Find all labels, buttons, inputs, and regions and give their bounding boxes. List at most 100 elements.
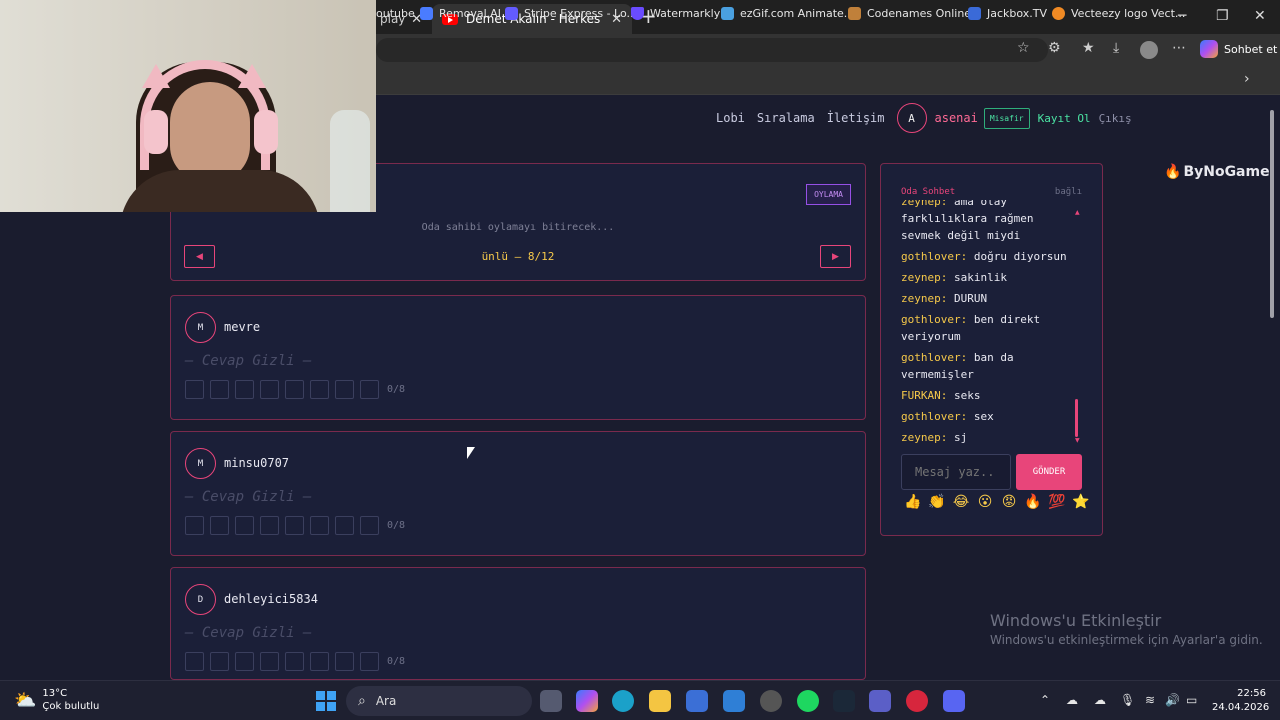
profile-icon[interactable]	[1140, 41, 1158, 59]
webcam-bottle	[330, 110, 370, 212]
nav-link-ranking[interactable]: Sıralama	[757, 111, 815, 125]
clock-date: 24.04.2026	[1212, 702, 1270, 713]
next-button[interactable]: ▶	[820, 245, 851, 268]
chat-message: zeynep: sj	[901, 429, 1071, 446]
close-window-icon[interactable]: ✕	[1254, 8, 1266, 24]
microphone-icon[interactable]: 🎙	[1120, 693, 1135, 707]
wifi-icon[interactable]: ≋	[1145, 693, 1155, 707]
chat-message: zeynep: sakinlik	[901, 269, 1071, 286]
discord-icon[interactable]	[943, 690, 965, 712]
hidden-answer: — Cevap Gizli —	[185, 489, 312, 505]
bookmark-label: Codenames Online	[867, 7, 972, 20]
chat-scroll-up-icon[interactable]: ▲	[1075, 209, 1080, 216]
hundred-emoji[interactable]: 💯	[1045, 494, 1069, 510]
weather-widget[interactable]: ⛅ 13°C Çok bulutlu	[14, 687, 99, 713]
copilot-app-icon[interactable]	[576, 690, 598, 712]
username: asenai	[934, 111, 978, 125]
nav-link-lobby[interactable]: Lobi	[716, 111, 745, 125]
chat-message: zeynep: ama olay farklılıklara rağmen se…	[901, 200, 1071, 244]
restore-icon[interactable]: ❐	[1216, 8, 1229, 24]
voting-badge: OYLAMA	[806, 184, 851, 205]
shield-icon	[631, 7, 644, 20]
chevron-right-icon[interactable]: ›	[1244, 71, 1250, 87]
answer-slot	[260, 516, 279, 535]
copilot-button[interactable]: Sohbet et	[1200, 40, 1277, 58]
clap-emoji[interactable]: 👏	[925, 494, 949, 510]
system-clock[interactable]: 22:56 24.04.2026	[1212, 687, 1270, 715]
player-avatar: D	[185, 584, 216, 615]
cloud-status-icon[interactable]: ☁	[1094, 693, 1106, 707]
logout-link[interactable]: Çıkış	[1099, 112, 1132, 125]
surprised-emoji[interactable]: 😮	[973, 494, 997, 510]
answer-slot	[235, 516, 254, 535]
chat-messages[interactable]: zeynep: ama olay farklılıklara rağmen se…	[901, 200, 1086, 450]
guest-badge: Misafir	[983, 107, 1030, 129]
mouse-cursor-icon	[467, 447, 475, 459]
opera-gx-icon[interactable]	[906, 690, 928, 712]
chat-message: gothlover: sex	[901, 408, 1071, 425]
answer-slot	[335, 516, 354, 535]
bookmark-jackbox[interactable]: Jackbox.TV	[968, 7, 1047, 20]
answer-slot	[335, 652, 354, 671]
bookmark-label: ezGif.com Animate...	[740, 7, 855, 20]
chat-scrollbar-thumb[interactable]	[1075, 399, 1078, 437]
battery-icon[interactable]: ▭	[1186, 693, 1197, 707]
show-hidden-icons-icon[interactable]: ⌃	[1040, 693, 1050, 707]
chat-message-input[interactable]	[901, 454, 1011, 490]
clock-time: 22:56	[1237, 688, 1266, 699]
angry-emoji[interactable]: 😡	[997, 494, 1021, 510]
task-view-icon[interactable]	[540, 690, 562, 712]
activation-watermark-subtitle[interactable]: Windows'u etkinleştirmek için Ayarlar'a …	[990, 633, 1263, 647]
chatgpt-icon[interactable]	[760, 690, 782, 712]
bookmark-youtube[interactable]: outube	[376, 7, 415, 20]
answer-slot	[235, 380, 254, 399]
bookmark-watermarkly[interactable]: Watermarkly	[631, 7, 720, 20]
outlook-icon[interactable]	[723, 690, 745, 712]
edge-icon[interactable]	[612, 690, 634, 712]
bookmark-ezgif[interactable]: ezGif.com Animate...	[721, 7, 854, 20]
chat-message-text: sj	[953, 431, 968, 444]
extensions-icon[interactable]: ⚙	[1048, 40, 1061, 56]
nav-link-contact[interactable]: İletişim	[827, 111, 885, 125]
cat-ear-left	[142, 64, 170, 88]
weather-temperature: 13°C	[42, 688, 68, 699]
onedrive-icon[interactable]: ☁	[1066, 693, 1078, 707]
player-name: minsu0707	[224, 456, 290, 470]
spotify-icon[interactable]	[797, 690, 819, 712]
player-card: M minsu0707 — Cevap Gizli — 0/8	[170, 431, 866, 556]
taskbar-search[interactable]: ⌕ Ara	[346, 686, 532, 716]
more-menu-icon[interactable]: ⋯	[1172, 40, 1186, 56]
store-icon[interactable]	[686, 690, 708, 712]
fire-emoji[interactable]: 🔥	[1021, 494, 1045, 510]
start-button[interactable]	[316, 691, 336, 711]
player-card: D dehleyici5834 — Cevap Gizli — 0/8	[170, 567, 866, 680]
favorites-icon[interactable]: ★	[1082, 40, 1095, 56]
emoji-bar: 👍 👏 😂 😮 😡 🔥 💯 ⭐	[901, 494, 1093, 510]
steam-icon[interactable]	[833, 690, 855, 712]
chat-scroll-down-icon[interactable]: ▼	[1075, 437, 1080, 444]
bookmark-stripe[interactable]: Stripe Express - Lo...	[505, 7, 637, 20]
teams-icon[interactable]	[869, 690, 891, 712]
bookmark-vecteezy[interactable]: Vecteezy logo Vect...	[1052, 7, 1185, 20]
star-emoji[interactable]: ⭐	[1069, 494, 1093, 510]
user-avatar[interactable]: A	[896, 103, 927, 133]
thumbs-up-emoji[interactable]: 👍	[901, 494, 925, 510]
chat-message-text: DURUN	[953, 292, 988, 305]
register-link[interactable]: Kayıt Ol	[1038, 112, 1091, 125]
bookmark-codenames[interactable]: Codenames Online	[848, 7, 971, 20]
windows-logo-tile	[316, 691, 325, 700]
address-bar[interactable]	[376, 38, 1048, 62]
favorite-star-icon[interactable]: ☆	[1017, 40, 1030, 56]
file-explorer-icon[interactable]	[649, 690, 671, 712]
ezgif-icon	[721, 7, 734, 20]
chat-message-user: zeynep:	[901, 271, 948, 284]
downloads-icon[interactable]: ⤓	[1113, 40, 1119, 56]
volume-icon[interactable]: 🔊	[1165, 693, 1180, 707]
site-logo[interactable]: 🔥 ByNoGame	[1164, 164, 1270, 180]
search-icon: ⌕	[358, 693, 366, 709]
bookmark-removal-ai[interactable]: Removal.AI	[420, 7, 501, 20]
chat-message-user: zeynep:	[901, 431, 948, 444]
send-button[interactable]: GÖNDER	[1016, 454, 1082, 490]
page-scrollbar-thumb[interactable]	[1270, 110, 1274, 318]
laugh-emoji[interactable]: 😂	[949, 494, 973, 510]
